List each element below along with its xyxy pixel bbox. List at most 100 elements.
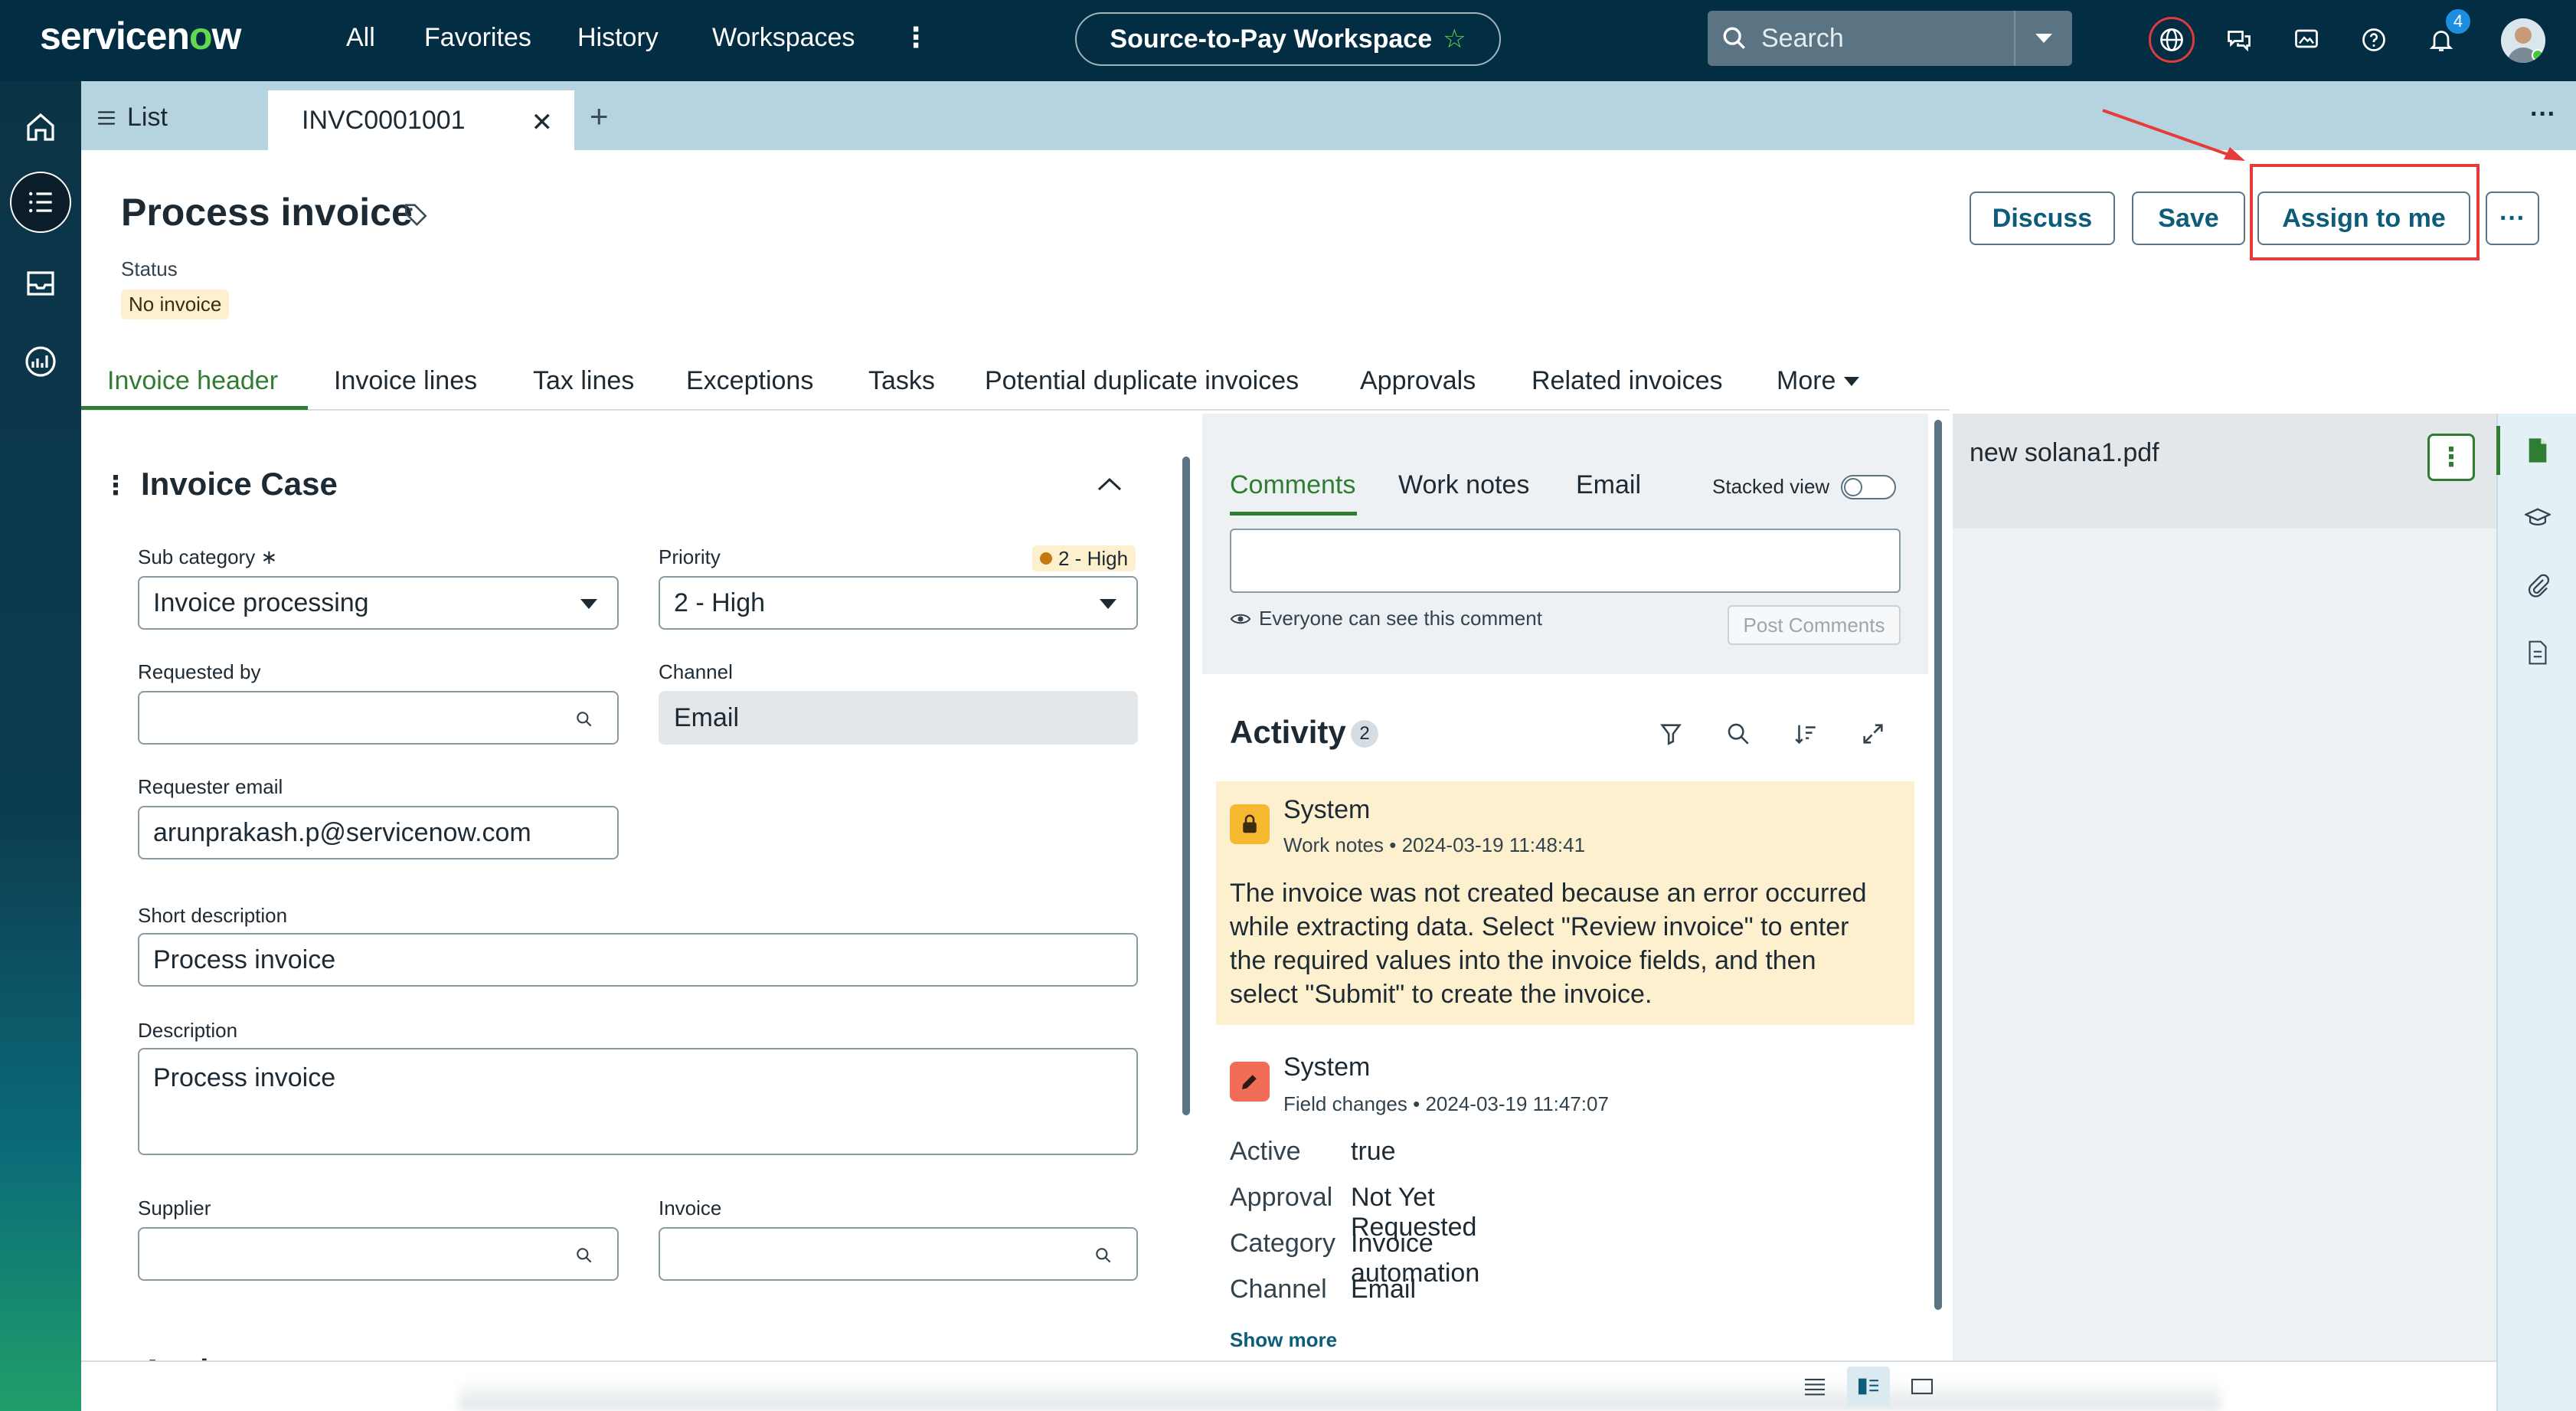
workspace-pill[interactable]: Source-to-Pay Workspace ☆ — [1075, 12, 1501, 66]
comment-input[interactable] — [1230, 529, 1901, 593]
nav-favorites[interactable]: Favorites — [424, 23, 531, 53]
document-icon[interactable] — [2519, 432, 2556, 469]
search-input[interactable]: Search — [1761, 24, 2014, 54]
invoice-input[interactable] — [659, 1227, 1138, 1281]
tab-overflow-icon[interactable]: ··· — [2530, 100, 2556, 129]
sub-category-label: Sub category ∗ — [138, 545, 277, 569]
notification-count-badge: 4 — [2444, 8, 2472, 35]
post-comments-button[interactable]: Post Comments — [1728, 605, 1901, 645]
nav-workspaces[interactable]: Workspaces — [712, 23, 855, 53]
channel-label: Channel — [659, 660, 733, 683]
supplier-input[interactable] — [138, 1227, 619, 1281]
sub-category-select[interactable]: Invoice processing — [138, 576, 619, 630]
lookup-search-icon[interactable] — [574, 709, 594, 729]
filter-icon[interactable] — [1654, 717, 1688, 751]
field-change-key: Active — [1230, 1137, 1301, 1166]
collapse-chevron-up-icon[interactable] — [1097, 469, 1123, 499]
search-scope-dropdown[interactable] — [2014, 11, 2072, 66]
requester-email-input[interactable]: arunprakash.p@servicenow.com — [138, 806, 619, 859]
show-more-link[interactable]: Show more — [1230, 1328, 1337, 1352]
inbox-icon[interactable] — [10, 253, 71, 314]
toggle-knob — [1844, 478, 1862, 496]
global-search[interactable]: Search — [1708, 11, 2072, 66]
lookup-search-icon[interactable] — [1093, 1246, 1113, 1265]
nav-more-icon[interactable]: ⋮ — [902, 21, 930, 54]
help-icon[interactable] — [2351, 17, 2397, 63]
save-button[interactable]: Save — [2132, 192, 2245, 245]
stacked-view-toggle[interactable] — [1841, 475, 1896, 499]
form-scrollbar[interactable] — [1182, 457, 1190, 1115]
entry-type: Work notes — [1283, 833, 1384, 856]
section-menu-icon[interactable]: ⋮ — [103, 470, 129, 501]
tab-tax-lines[interactable]: Tax lines — [533, 366, 634, 396]
activity-scrollbar[interactable] — [1934, 420, 1942, 1310]
single-column-layout-icon[interactable] — [1793, 1367, 1836, 1406]
page-title: Process invoice — [121, 191, 413, 234]
tab-tasks[interactable]: Tasks — [868, 366, 935, 396]
discuss-button[interactable]: Discuss — [1970, 192, 2115, 245]
globe-icon[interactable] — [2149, 17, 2195, 63]
full-width-layout-icon[interactable] — [1901, 1367, 1943, 1406]
screen-capture-icon[interactable] — [2283, 17, 2329, 63]
entry-body-line: select "Submit" to create the invoice. — [1230, 980, 1652, 1009]
list-tab[interactable]: List — [96, 103, 168, 133]
dropdown-caret-icon — [580, 599, 597, 609]
entry-meta: Work notes • 2024-03-19 11:48:41 — [1283, 833, 1586, 856]
field-change-key: Channel — [1230, 1275, 1327, 1304]
split-layout-icon[interactable] — [1847, 1367, 1890, 1406]
record-tab[interactable]: INVC0001001 ✕ — [268, 90, 574, 150]
description-textarea[interactable]: Process invoice — [138, 1048, 1138, 1155]
short-description-input[interactable]: Process invoice — [138, 933, 1138, 987]
entry-body-line: The invoice was not created because an e… — [1230, 879, 1867, 908]
expand-icon[interactable] — [1856, 717, 1890, 751]
field-change-value: true — [1351, 1137, 1396, 1166]
entry-body-line: while extracting data. Select "Review in… — [1230, 912, 1849, 941]
close-tab-icon[interactable]: ✕ — [531, 107, 554, 138]
tab-exceptions[interactable]: Exceptions — [686, 366, 813, 396]
nav-all[interactable]: All — [346, 23, 375, 53]
short-description-value: Process invoice — [153, 944, 336, 974]
graduation-cap-icon[interactable] — [2519, 499, 2556, 536]
notes-icon[interactable] — [2519, 634, 2556, 671]
paperclip-icon[interactable] — [2519, 567, 2556, 604]
requested-by-input[interactable] — [138, 691, 619, 745]
home-icon[interactable] — [10, 97, 71, 158]
priority-select[interactable]: 2 - High — [659, 576, 1138, 630]
annotation-highlight-box — [2250, 164, 2480, 260]
tab-more[interactable]: More — [1777, 366, 1860, 396]
new-tab-plus-icon[interactable]: + — [590, 98, 609, 135]
tab-approvals[interactable]: Approvals — [1360, 366, 1476, 396]
analytics-icon[interactable] — [10, 331, 71, 392]
more-actions-button[interactable]: ··· — [2486, 192, 2539, 245]
field-change-value: Email — [1351, 1275, 1417, 1304]
tab-related-invoices[interactable]: Related invoices — [1532, 366, 1722, 396]
tab-email[interactable]: Email — [1576, 470, 1641, 500]
favorite-star-icon[interactable]: ☆ — [1443, 24, 1466, 54]
attachment-menu-icon[interactable]: ⋮ — [2427, 434, 2475, 481]
entry-body-line: the required values into the invoice fie… — [1230, 946, 1816, 975]
priority-chip-text: 2 - High — [1058, 546, 1129, 570]
sort-icon[interactable] — [1789, 717, 1822, 751]
tab-comments[interactable]: Comments — [1230, 470, 1355, 500]
list-view-icon[interactable] — [10, 172, 71, 233]
required-mark: ∗ — [260, 545, 278, 568]
attachment-filename[interactable]: new solana1.pdf — [1970, 438, 2159, 468]
chat-icon[interactable] — [2216, 17, 2262, 63]
tab-work-notes[interactable]: Work notes — [1398, 470, 1529, 500]
sub-category-value: Invoice processing — [153, 588, 369, 617]
nav-history[interactable]: History — [577, 23, 659, 53]
dropdown-caret-icon — [1100, 599, 1116, 609]
search-activity-icon[interactable] — [1721, 717, 1755, 751]
user-avatar[interactable] — [2501, 18, 2545, 63]
channel-field: Email — [659, 691, 1138, 745]
attachment-row[interactable] — [1953, 414, 2496, 529]
pencil-icon — [1230, 1062, 1270, 1102]
tab-invoice-lines[interactable]: Invoice lines — [334, 366, 477, 396]
tab-potential-duplicate-invoices[interactable]: Potential duplicate invoices — [985, 366, 1299, 396]
tag-icon[interactable] — [403, 201, 429, 231]
lookup-search-icon[interactable] — [574, 1246, 594, 1265]
tab-invoice-header[interactable]: Invoice header — [107, 366, 278, 396]
short-description-label: Short description — [138, 904, 288, 927]
record-tabs: Invoice header Invoice lines Tax lines E… — [81, 360, 1950, 411]
servicenow-logo[interactable]: servicenow — [40, 14, 241, 58]
